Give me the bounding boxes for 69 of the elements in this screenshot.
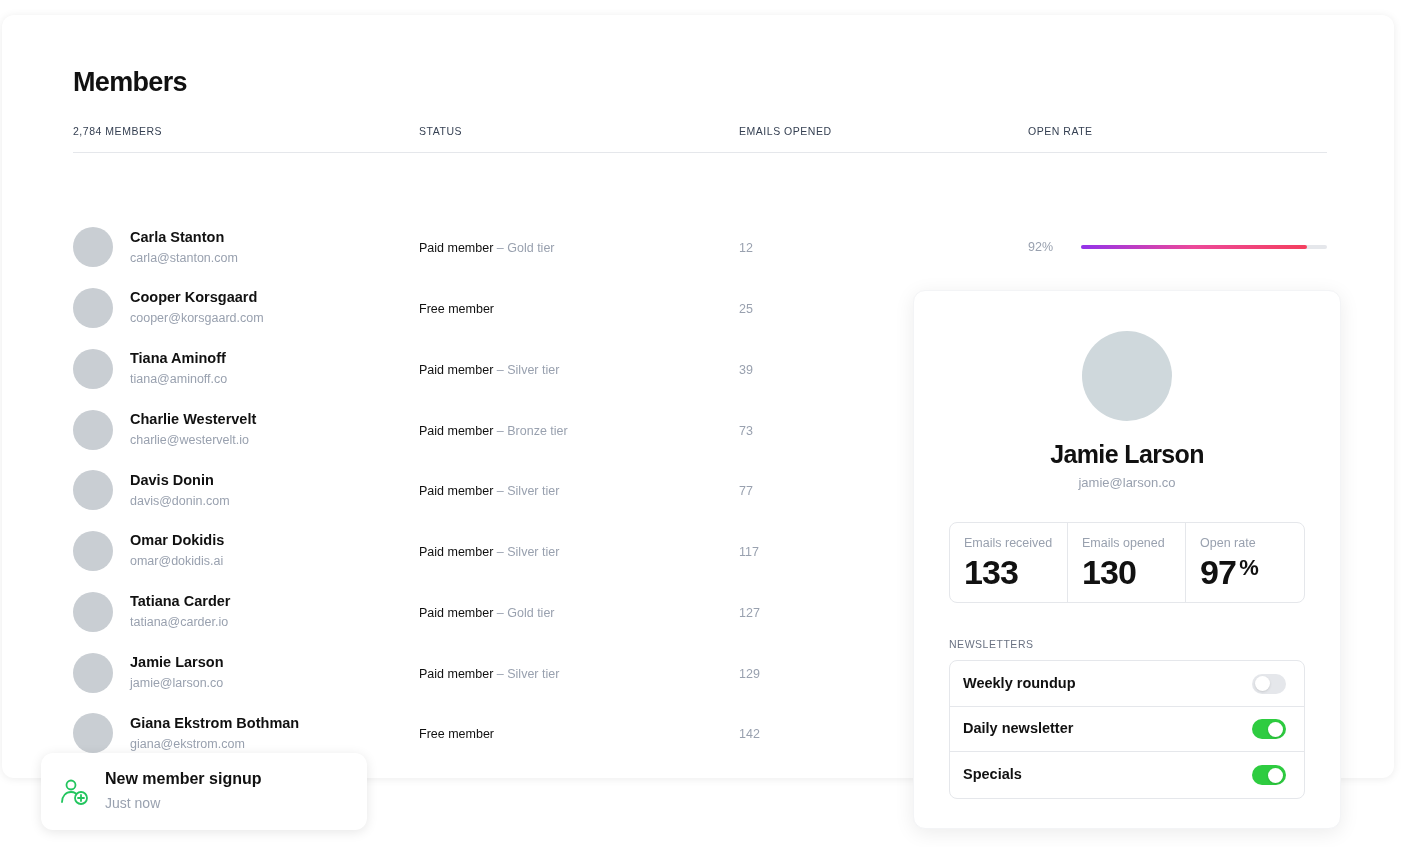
newsletter-name: Daily newsletter [963, 719, 1074, 739]
toggle-switch[interactable] [1252, 765, 1286, 785]
column-header: STATUS [419, 125, 462, 137]
avatar [73, 470, 113, 511]
emails-opened: 73 [739, 423, 753, 438]
emails-opened: 129 [739, 666, 760, 681]
member-name: Davis Donin [130, 470, 215, 489]
member-email: jamie@larson.co [130, 674, 224, 692]
member-name: Carla Stanton [130, 227, 226, 246]
member-name: Cooper Korsgaard [130, 288, 259, 307]
member-status: Paid member – Gold tier [419, 241, 555, 256]
column-header: OPEN RATE [1028, 125, 1093, 137]
member-status: Paid member – Silver tier [419, 484, 560, 499]
member-name: Omar Dokidis [130, 531, 225, 550]
toggle-switch[interactable] [1252, 673, 1286, 694]
profile-email: jamie@larson.co [1078, 474, 1176, 492]
notification-title: New member signup [105, 769, 262, 789]
emails-opened: 25 [739, 302, 753, 317]
avatar [73, 591, 113, 632]
member-name: Giana Ekstrom Bothman [130, 713, 300, 732]
newsletter-name: Specials [963, 765, 1022, 785]
member-email: carla@stanton.com [130, 249, 238, 267]
avatar [73, 227, 113, 268]
member-email: tiana@aminoff.co [130, 371, 228, 388]
member-email: davis@donin.com [130, 492, 230, 510]
member-email: giana@ekstrom.com [130, 735, 246, 753]
member-name: Tiana Aminoff [130, 349, 227, 367]
profile-name: Jamie Larson [1050, 439, 1204, 469]
avatar [73, 409, 113, 450]
member-email: charlie@westervelt.io [130, 431, 250, 449]
member-name: Tatiana Carder [130, 592, 231, 610]
newsletter-name: Weekly roundup [963, 673, 1076, 693]
emails-opened: 39 [739, 362, 753, 377]
section-label: NEWSLETTERS [949, 636, 1034, 652]
toggle-switch[interactable] [1252, 719, 1286, 739]
member-email: omar@dokidis.ai [130, 553, 225, 571]
stat-value: 133 [964, 552, 1019, 591]
avatar [73, 288, 113, 329]
stat-label: Emails opened [1082, 534, 1165, 551]
emails-opened: 117 [739, 545, 759, 560]
column-header: EMAILS OPENED [739, 125, 832, 137]
stat-value: 130 [1082, 552, 1137, 591]
avatar [73, 531, 113, 572]
member-status: Paid member – Bronze tier [419, 423, 568, 438]
emails-opened: 77 [739, 484, 753, 499]
avatar [73, 713, 113, 754]
stat-label: Emails received [964, 534, 1053, 551]
member-status: Paid member – Gold tier [419, 605, 555, 620]
member-status: Paid member – Silver tier [419, 362, 560, 377]
notification-time: Just now [105, 794, 162, 813]
avatar [73, 652, 113, 693]
stat-label: Open rate [1200, 534, 1256, 551]
column-header: 2,784 MEMBERS [73, 125, 163, 137]
emails-opened: 142 [739, 727, 760, 742]
member-status: Paid member – Silver tier [419, 545, 560, 560]
emails-opened: 127 [739, 605, 760, 620]
emails-opened: 12 [739, 241, 753, 256]
member-status: Free member [419, 302, 495, 317]
member-name: Charlie Westervelt [130, 409, 257, 428]
avatar [73, 348, 113, 389]
open-rate: 92% [1028, 239, 1055, 256]
member-email: cooper@korsgaard.com [130, 310, 264, 328]
member-email: tatiana@carder.io [130, 614, 230, 631]
member-status: Free member [419, 727, 495, 742]
stat-value: 97 [1200, 552, 1237, 591]
page-title: Members [73, 66, 187, 99]
stat-unit: % [1239, 555, 1259, 580]
member-status: Paid member – Silver tier [419, 666, 560, 681]
member-name: Jamie Larson [130, 652, 224, 671]
